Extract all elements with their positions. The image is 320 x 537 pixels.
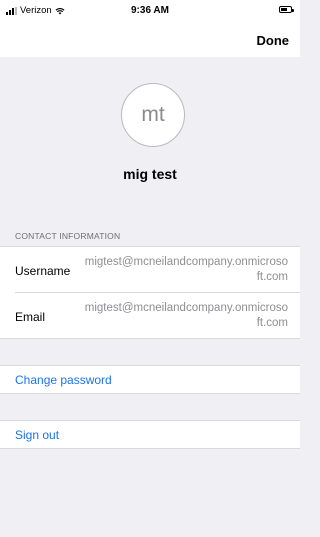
email-row: Email migtest@mcneilandcompany.onmicroso…	[0, 293, 300, 339]
change-password-row[interactable]: Change password	[0, 365, 300, 394]
battery-icon	[279, 6, 294, 13]
profile-header: mt mig test	[0, 57, 300, 200]
status-bar: Verizon 9:36 AM	[0, 0, 300, 20]
sign-out-row[interactable]: Sign out	[0, 420, 300, 449]
done-button[interactable]: Done	[257, 33, 290, 48]
avatar-initials: mt	[141, 103, 165, 126]
contact-information-header: CONTACT INFORMATION	[15, 231, 121, 241]
email-label: Email	[15, 310, 46, 324]
avatar: mt	[121, 83, 185, 147]
status-time: 9:36 AM	[131, 5, 169, 16]
username-value: migtest@mcneilandcompany.onmicrosoft.com	[84, 256, 288, 283]
nav-bar: Done	[0, 20, 300, 57]
contact-information-group: Username migtest@mcneilandcompany.onmicr…	[0, 246, 300, 339]
username-row: Username migtest@mcneilandcompany.onmicr…	[0, 247, 300, 293]
email-value: migtest@mcneilandcompany.onmicrosoft.com	[84, 302, 288, 329]
profile-name: mig test	[123, 166, 177, 182]
sign-out-link[interactable]: Sign out	[15, 428, 59, 442]
username-label: Username	[15, 264, 71, 278]
change-password-link[interactable]: Change password	[15, 373, 112, 387]
